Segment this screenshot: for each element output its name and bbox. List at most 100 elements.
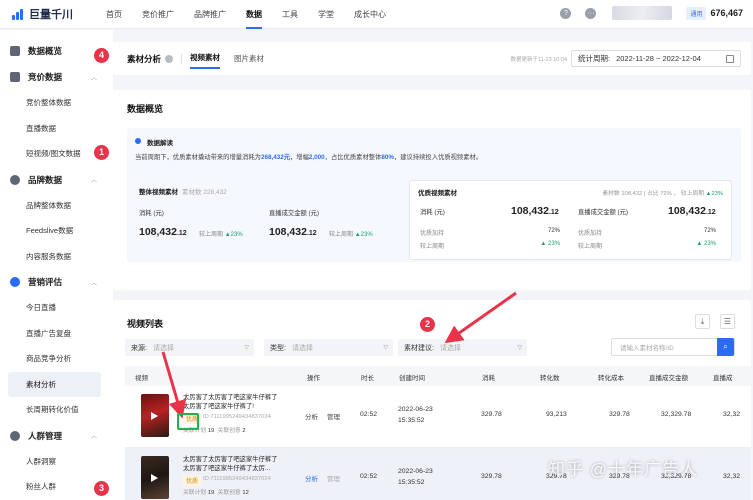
insight-icon (135, 138, 141, 144)
meta-value: 2 (242, 428, 246, 434)
sidebar-item-live-data[interactable]: 直播数据 (0, 116, 113, 142)
sidebar-group-brand[interactable]: 品牌数据 ︿ (0, 167, 113, 193)
column-header[interactable]: 操作 (307, 372, 320, 382)
column-header[interactable]: 直播成 (713, 372, 733, 382)
manage-link[interactable]: 管理 (327, 473, 340, 483)
nav-brand-promotion[interactable]: 品牌推广 (194, 0, 226, 29)
metric-value: 108,432.12 (668, 205, 716, 217)
info-icon[interactable] (165, 54, 174, 63)
sidebar-item-feedslive[interactable]: Feedslive数据 (0, 218, 113, 244)
quality-video-material-box: 优质视频素材 素材数 108,432 | 占比 72% ， 较上周期 ▲23% … (409, 180, 732, 260)
compare-label: 较上周期 (578, 244, 603, 250)
sidebar-item-brand-overall[interactable]: 品牌整体数据 (0, 193, 113, 219)
tab-image-material[interactable]: 图片素材 (234, 49, 264, 68)
material-search[interactable]: 请输入素材名称/ID ⌕ (611, 338, 735, 356)
quality-badge-highlight (177, 413, 199, 430)
column-settings-icon[interactable]: ☰ (720, 314, 735, 329)
question-icon[interactable]: ? (560, 7, 572, 19)
nav-tools[interactable]: 工具 (282, 0, 298, 29)
sidebar-item-bid-overall[interactable]: 竞价整体数据 (0, 90, 113, 116)
metric-value: 108,432.12 (139, 226, 187, 238)
sidebar-item-long-term-value[interactable]: 长周期转化价值 (0, 397, 113, 423)
source-filter[interactable]: 来源: 请选择 ▽ (125, 339, 254, 356)
analyze-link[interactable]: 分析 (305, 411, 318, 421)
logo[interactable]: 巨量千川 (12, 6, 94, 22)
nav-growth-center[interactable]: 成长中心 (354, 0, 386, 29)
chevron-up-icon: ︿ (90, 75, 97, 82)
table-row[interactable]: 太厉害了太厉害了吧这家牛仔裤了太厉害了吧这家牛仔裤了! 优质 ID:711199… (125, 386, 751, 448)
column-header[interactable]: 直播成交金额 (649, 372, 688, 382)
create-time: 15:35:52 (398, 479, 425, 486)
account-balance-value: 676,467 (710, 8, 743, 18)
video-meta: 关联计划 19 关联创意 12 (183, 487, 249, 496)
share-value: 72% (547, 228, 560, 234)
nav-bid-promotion[interactable]: 竞价推广 (142, 0, 174, 29)
sidebar-group-label: 营销评估 (28, 277, 63, 287)
box-title: 整体视频素材 素材数 228,432 (139, 186, 227, 196)
column-header[interactable]: 转化数 (540, 372, 560, 382)
column-header[interactable]: 创建时间 (399, 372, 425, 382)
trend-up-icon: ▲ (540, 241, 548, 247)
more-icon[interactable]: ··· (585, 7, 597, 19)
summary-text: 素材数 108,432 | 占比 72% ， 较上周期 (602, 191, 705, 197)
metric-compare: 较上周期 ▲23% (329, 229, 373, 238)
sidebar-item-content-service[interactable]: 内容服务数据 (0, 244, 113, 270)
summary-up: 23% (711, 191, 723, 197)
column-header[interactable]: 消耗 (482, 372, 495, 382)
download-icon[interactable]: ⤓ (695, 314, 710, 329)
column-header[interactable]: 时长 (361, 372, 374, 382)
sidebar-item-live-ad-review[interactable]: 直播广告复盘 (0, 321, 113, 347)
sidebar-item-material-analysis[interactable]: 素材分析 (8, 371, 101, 397)
sidebar-group-audience[interactable]: 人群管理 ︿ (0, 423, 113, 449)
material-suggestion-filter[interactable]: 素材建议: 请选择 ▽ (398, 339, 527, 356)
avatar[interactable] (612, 6, 673, 20)
chevron-up-icon: ︿ (90, 280, 97, 287)
insight-value: 2,000 (308, 154, 325, 161)
nav-academy[interactable]: 学堂 (318, 0, 334, 29)
quality-badge: 优质 (183, 475, 202, 486)
main-nav: 首页 竞价推广 品牌推广 数据 工具 学堂 成长中心 (106, 0, 406, 29)
share-value: 72% (703, 228, 716, 234)
sidebar-group-marketing[interactable]: 营销评估 ︿ (0, 269, 113, 295)
filter-placeholder: 请选择 (291, 344, 313, 352)
video-thumbnail[interactable] (141, 456, 169, 499)
play-icon (151, 474, 158, 482)
annotation-1: 1 (94, 145, 109, 160)
type-filter[interactable]: 类型: 请选择 ▽ (264, 339, 393, 356)
filter-placeholder: 请选择 (152, 344, 174, 352)
sidebar-item-product-competition[interactable]: 商品竞争分析 (0, 346, 113, 372)
update-time: 数据更新于11-23 10:04 (510, 57, 567, 63)
account-balance[interactable]: 通用 676,467 (686, 6, 743, 20)
filter-label: 类型: (270, 344, 286, 352)
period-picker[interactable]: 统计周期: 2022-11-28 ~ 2022-12-04 (571, 50, 741, 67)
filter-placeholder: 请选择 (439, 344, 461, 352)
filter-label: 来源: (131, 344, 147, 352)
overview-icon (10, 46, 20, 56)
metric-label: 直播成交金额 (元) (578, 209, 629, 216)
metric-dec: .12 (176, 230, 187, 237)
nav-home[interactable]: 首页 (106, 0, 122, 29)
insight-text: 当前周期下，优质素材撬动带来的增量消耗为268,432元，增幅2,000，占比优… (135, 152, 482, 161)
analyze-link[interactable]: 分析 (305, 473, 318, 483)
annotation-4: 4 (94, 48, 109, 63)
account-badge: 通用 (686, 6, 707, 20)
sidebar-item-today-live[interactable]: 今日直播 (0, 295, 113, 321)
play-icon (151, 412, 158, 420)
column-header[interactable]: 转化成本 (598, 372, 624, 382)
video-thumbnail[interactable] (141, 394, 169, 437)
nav-data[interactable]: 数据 (246, 0, 262, 29)
manage-link[interactable]: 管理 (327, 411, 340, 421)
logo-text: 巨量千川 (29, 9, 73, 21)
compare-value: ▲ 23% (520, 241, 560, 247)
meta-value: 19 (207, 428, 215, 434)
search-input[interactable]: 请输入素材名称/ID (620, 342, 674, 352)
search-icon[interactable]: ⌕ (717, 338, 734, 356)
duration: 02:52 (360, 411, 378, 418)
sidebar-item-audience-insight[interactable]: 人群洞察 (0, 449, 113, 475)
chevron-down-icon: ▽ (244, 345, 249, 351)
meta-label: 关联计划 (183, 490, 207, 496)
tab-video-material[interactable]: 视频素材 (190, 48, 221, 69)
sidebar-group-bid[interactable]: 竞价数据 ︿ (0, 64, 113, 90)
sidebar-group-label: 竞价数据 (28, 72, 63, 82)
compare-value-text: 23% (547, 241, 560, 247)
